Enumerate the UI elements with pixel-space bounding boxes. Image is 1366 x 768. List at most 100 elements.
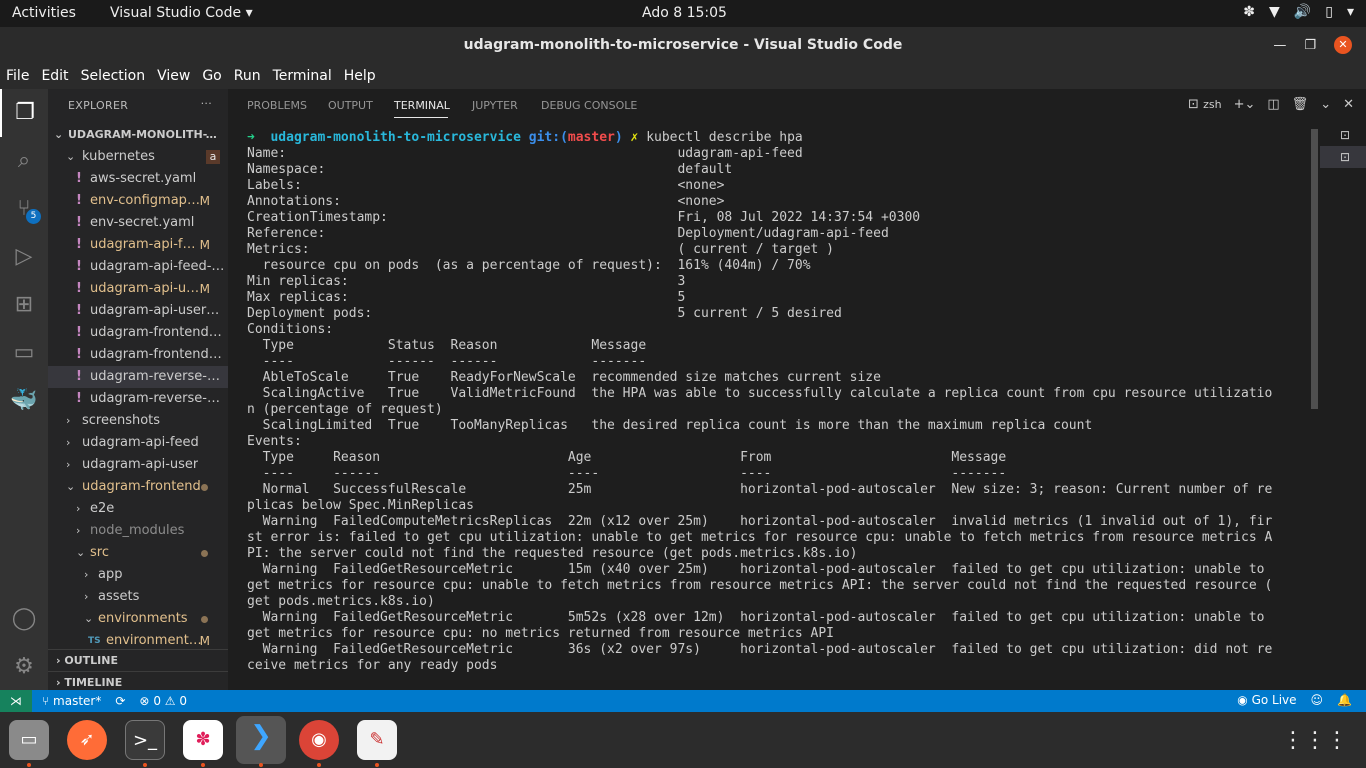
folder-api-user[interactable]: › udagram-api-user: [48, 454, 228, 476]
postman-icon[interactable]: ➶: [67, 720, 107, 760]
terminal-scrollbar[interactable]: [1311, 129, 1318, 409]
terminal-instance-2[interactable]: ⊡: [1320, 146, 1366, 168]
outline-section[interactable]: › OUTLINE: [48, 649, 228, 671]
close-button[interactable]: ✕: [1334, 36, 1352, 54]
more-actions-icon[interactable]: ···: [201, 97, 212, 110]
chevron-down-icon: ▾: [1346, 4, 1354, 20]
tab-output[interactable]: OUTPUT: [328, 99, 373, 112]
terminal-line: Conditions:: [247, 322, 334, 337]
activities-button[interactable]: Activities: [12, 5, 76, 21]
app-menu-button[interactable]: Visual Studio Code ▾: [110, 5, 253, 21]
run-debug-icon[interactable]: ▷: [0, 233, 48, 281]
running-indicator: [259, 763, 263, 767]
yaml-icon: !: [76, 325, 82, 340]
slack-tray-icon[interactable]: ✽: [1243, 4, 1255, 20]
vscode-icon[interactable]: ❯: [236, 716, 286, 764]
clock[interactable]: Ado 8 15:05: [642, 5, 727, 21]
docker-icon[interactable]: 🐳: [0, 377, 48, 425]
new-terminal-button[interactable]: +⌄: [1234, 97, 1256, 112]
tab-terminal[interactable]: TERMINAL: [394, 99, 450, 112]
chevron-right-icon: ›: [66, 436, 71, 449]
menu-run[interactable]: Run: [228, 65, 267, 89]
file-item[interactable]: ! udagram-frontend-s...: [48, 344, 228, 366]
chevron-right-icon: ›: [66, 414, 71, 427]
explorer-header: EXPLORER ···: [48, 89, 228, 123]
file-item[interactable]: ! udagram-frontend-d...: [48, 322, 228, 344]
folder-api-feed[interactable]: › udagram-api-feed: [48, 432, 228, 454]
menu-file[interactable]: File: [0, 65, 35, 89]
split-terminal-button[interactable]: ◫: [1267, 97, 1279, 112]
menu-help[interactable]: Help: [338, 65, 382, 89]
tab-problems[interactable]: PROBLEMS: [247, 99, 307, 112]
app-grid-icon[interactable]: ⋮⋮⋮: [1282, 728, 1348, 753]
files-icon[interactable]: ▭: [9, 720, 49, 760]
workspace-root[interactable]: ⌄ UDAGRAM-MONOLITH-TO-...: [48, 124, 228, 146]
maximize-button[interactable]: ❐: [1304, 38, 1316, 53]
tab-debug-console[interactable]: DEBUG CONSOLE: [541, 99, 637, 112]
chevron-right-icon: ›: [84, 568, 89, 581]
wifi-icon: ▼: [1269, 4, 1280, 20]
terminal-icon[interactable]: >_: [125, 720, 165, 760]
file-item[interactable]: ! aws-secret.yaml: [48, 168, 228, 190]
chevron-down-icon[interactable]: ⌄: [1320, 97, 1331, 112]
feedback-icon[interactable]: ☺: [1311, 693, 1324, 707]
terminal-line: get metrics for resource cpu: no metrics…: [247, 626, 834, 641]
yaml-icon: !: [76, 303, 82, 318]
tab-jupyter[interactable]: JUPYTER: [472, 99, 518, 112]
menu-go[interactable]: Go: [196, 65, 227, 89]
file-item[interactable]: ! udagram-api-feed-se...: [48, 256, 228, 278]
account-icon[interactable]: ◯: [0, 595, 48, 643]
menu-terminal[interactable]: Terminal: [267, 65, 338, 89]
settings-gear-icon[interactable]: ⚙: [0, 643, 48, 691]
search-icon[interactable]: ⌕: [0, 137, 48, 185]
chevron-down-icon: ⌄: [66, 480, 76, 493]
scm-badge: 5: [26, 209, 41, 224]
folder-e2e[interactable]: › e2e: [48, 498, 228, 520]
yaml-icon: !: [76, 281, 82, 296]
folder-kubernetes[interactable]: ⌄ kubernetes a: [48, 146, 228, 168]
menu-view[interactable]: View: [151, 65, 196, 89]
chevron-down-icon: ⌄: [84, 612, 94, 625]
close-panel-icon[interactable]: ✕: [1343, 97, 1354, 112]
menu-selection[interactable]: Selection: [75, 65, 152, 89]
slack-icon[interactable]: ✽: [183, 720, 223, 760]
folder-assets[interactable]: › assets: [48, 586, 228, 608]
folder-environments[interactable]: ⌄ environments: [48, 608, 228, 630]
file-item[interactable]: ! env-secret.yaml: [48, 212, 228, 234]
terminal-line: get pods.metrics.k8s.io): [247, 594, 435, 609]
system-tray[interactable]: ✽ ▼ 🔊 ▯ ▾: [1243, 4, 1354, 20]
chrome-icon[interactable]: ◉: [299, 720, 339, 760]
folder-node-modules[interactable]: › node_modules: [48, 520, 228, 542]
running-indicator: [143, 763, 147, 767]
file-item[interactable]: ! env-configmap.... M: [48, 190, 228, 212]
folder-frontend[interactable]: ⌄ udagram-frontend: [48, 476, 228, 498]
terminal-instance-1[interactable]: ⊡: [1320, 124, 1366, 146]
file-item-selected[interactable]: ! udagram-reverse-pr...: [48, 366, 228, 388]
remote-indicator-icon[interactable]: ⋊: [0, 690, 32, 712]
source-control-icon[interactable]: ⑂: [0, 185, 48, 233]
remote-explorer-icon[interactable]: ▭: [0, 329, 48, 377]
folder-screenshots[interactable]: › screenshots: [48, 410, 228, 432]
sync-icon[interactable]: ⟳: [115, 694, 125, 708]
branch-indicator[interactable]: ⑂ master*: [42, 694, 101, 708]
terminal-output[interactable]: ➜ udagram-monolith-to-microservice git:(…: [247, 130, 1317, 674]
folder-src[interactable]: ⌄ src: [48, 542, 228, 564]
text-editor-icon[interactable]: ✎: [357, 720, 397, 760]
extensions-icon[interactable]: ⊞: [0, 281, 48, 329]
problems-indicator[interactable]: ⊗ 0 ⚠ 0: [139, 694, 187, 708]
active-tab-underline: [394, 117, 448, 118]
kill-terminal-trash-icon[interactable]: 🗑: [1292, 97, 1309, 112]
file-item[interactable]: ! udagram-reverse-pr...: [48, 388, 228, 410]
terminal-line: Warning FailedGetResourceMetric 36s (x2 …: [247, 642, 1273, 657]
file-item[interactable]: ! udagram-api-us... M: [48, 278, 228, 300]
go-live-button[interactable]: ◉ Go Live: [1237, 693, 1296, 707]
file-item[interactable]: ! udagram-api-fe... M: [48, 234, 228, 256]
notifications-bell-icon[interactable]: 🔔: [1337, 693, 1352, 707]
terminal-shell-dropdown[interactable]: ⊡ zsh: [1188, 97, 1222, 112]
timeline-section[interactable]: › TIMELINE: [48, 671, 228, 690]
menu-edit[interactable]: Edit: [35, 65, 74, 89]
folder-app[interactable]: › app: [48, 564, 228, 586]
explorer-icon[interactable]: ❐: [0, 89, 48, 137]
minimize-button[interactable]: —: [1273, 38, 1286, 53]
file-item[interactable]: ! udagram-api-users-s...: [48, 300, 228, 322]
